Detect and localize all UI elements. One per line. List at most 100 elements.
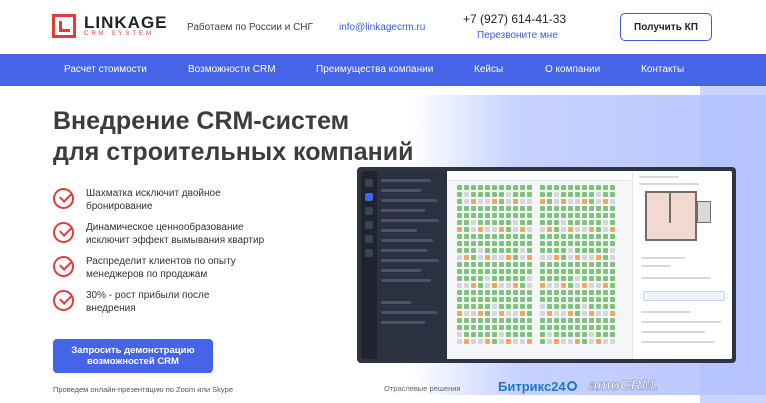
apartment-cell[interactable] <box>603 262 608 267</box>
apartment-cell[interactable] <box>603 248 608 253</box>
apartment-cell[interactable] <box>485 304 490 309</box>
apartment-cell[interactable] <box>547 227 552 232</box>
apartment-cell[interactable] <box>554 290 559 295</box>
apartment-cell[interactable] <box>589 339 594 344</box>
apartment-cell[interactable] <box>527 213 532 218</box>
apartment-cell[interactable] <box>520 206 525 211</box>
apartment-cell[interactable] <box>492 206 497 211</box>
apartment-cell[interactable] <box>464 276 469 281</box>
apartment-cell[interactable] <box>589 220 594 225</box>
apartment-cell[interactable] <box>589 192 594 197</box>
apartment-cell[interactable] <box>513 332 518 337</box>
apartment-cell[interactable] <box>485 234 490 239</box>
apartment-cell[interactable] <box>561 283 566 288</box>
apartment-cell[interactable] <box>478 276 483 281</box>
apartment-cell[interactable] <box>506 297 511 302</box>
apartment-cell[interactable] <box>485 325 490 330</box>
apartment-cell[interactable] <box>554 213 559 218</box>
apartment-cell[interactable] <box>575 234 580 239</box>
apartment-cell[interactable] <box>513 325 518 330</box>
apartment-cell[interactable] <box>575 297 580 302</box>
apartment-cell[interactable] <box>582 206 587 211</box>
apartment-cell[interactable] <box>589 332 594 337</box>
apartment-cell[interactable] <box>554 248 559 253</box>
apartment-cell[interactable] <box>603 255 608 260</box>
apartment-cell[interactable] <box>513 185 518 190</box>
apartment-cell[interactable] <box>513 192 518 197</box>
apartment-cell[interactable] <box>464 339 469 344</box>
apartment-cell[interactable] <box>464 262 469 267</box>
apartment-cell[interactable] <box>568 241 573 246</box>
apartment-cell[interactable] <box>506 304 511 309</box>
apartment-cell[interactable] <box>471 199 476 204</box>
apartment-cell[interactable] <box>513 290 518 295</box>
apartment-cell[interactable] <box>520 199 525 204</box>
apartment-cell[interactable] <box>568 255 573 260</box>
apartment-cell[interactable] <box>464 234 469 239</box>
apartment-cell[interactable] <box>596 290 601 295</box>
apartment-cell[interactable] <box>596 339 601 344</box>
apartment-cell[interactable] <box>464 290 469 295</box>
apartment-cell[interactable] <box>471 213 476 218</box>
apartment-cell[interactable] <box>561 304 566 309</box>
apartment-cell[interactable] <box>610 318 615 323</box>
apartment-cell[interactable] <box>589 248 594 253</box>
apartment-cell[interactable] <box>492 283 497 288</box>
apartment-cell[interactable] <box>554 262 559 267</box>
apartment-cell[interactable] <box>492 332 497 337</box>
apartment-cell[interactable] <box>547 220 552 225</box>
apartment-cell[interactable] <box>492 276 497 281</box>
apartment-cell[interactable] <box>499 304 504 309</box>
apartment-cell[interactable] <box>464 283 469 288</box>
apartment-cell[interactable] <box>478 325 483 330</box>
apartment-cell[interactable] <box>596 283 601 288</box>
apartment-cell[interactable] <box>464 255 469 260</box>
apartment-cell[interactable] <box>547 192 552 197</box>
apartment-cell[interactable] <box>464 304 469 309</box>
apartment-cell[interactable] <box>527 318 532 323</box>
apartment-cell[interactable] <box>582 248 587 253</box>
apartment-cell[interactable] <box>506 248 511 253</box>
apartment-cell[interactable] <box>582 262 587 267</box>
apartment-cell[interactable] <box>554 304 559 309</box>
apartment-cell[interactable] <box>540 304 545 309</box>
apartment-cell[interactable] <box>547 332 552 337</box>
apartment-cell[interactable] <box>610 276 615 281</box>
apartment-cell[interactable] <box>527 220 532 225</box>
apartment-cell[interactable] <box>520 248 525 253</box>
apartment-cell[interactable] <box>464 206 469 211</box>
apartment-cell[interactable] <box>554 318 559 323</box>
apartment-cell[interactable] <box>513 199 518 204</box>
apartment-cell[interactable] <box>478 318 483 323</box>
apartment-cell[interactable] <box>471 283 476 288</box>
apartment-cell[interactable] <box>513 311 518 316</box>
apartment-cell[interactable] <box>492 339 497 344</box>
apartment-cell[interactable] <box>540 206 545 211</box>
apartment-cell[interactable] <box>506 192 511 197</box>
apartment-cell[interactable] <box>492 248 497 253</box>
apartment-cell[interactable] <box>478 304 483 309</box>
apartment-cell[interactable] <box>471 311 476 316</box>
apartment-cell[interactable] <box>582 339 587 344</box>
apartment-cell[interactable] <box>457 255 462 260</box>
nav-item-cases[interactable]: Кейсы <box>474 64 503 75</box>
apartment-cell[interactable] <box>464 185 469 190</box>
apartment-cell[interactable] <box>582 255 587 260</box>
apartment-cell[interactable] <box>603 290 608 295</box>
apartment-cell[interactable] <box>471 248 476 253</box>
apartment-cell[interactable] <box>513 220 518 225</box>
apartment-cell[interactable] <box>485 318 490 323</box>
apartment-cell[interactable] <box>464 332 469 337</box>
apartment-cell[interactable] <box>568 283 573 288</box>
apartment-cell[interactable] <box>575 185 580 190</box>
apartment-cell[interactable] <box>506 185 511 190</box>
apartment-cell[interactable] <box>540 332 545 337</box>
apartment-cell[interactable] <box>492 255 497 260</box>
apartment-cell[interactable] <box>589 325 594 330</box>
apartment-cell[interactable] <box>464 220 469 225</box>
apartment-cell[interactable] <box>464 192 469 197</box>
apartment-cell[interactable] <box>603 192 608 197</box>
apartment-cell[interactable] <box>506 276 511 281</box>
apartment-cell[interactable] <box>540 255 545 260</box>
apartment-cell[interactable] <box>471 290 476 295</box>
